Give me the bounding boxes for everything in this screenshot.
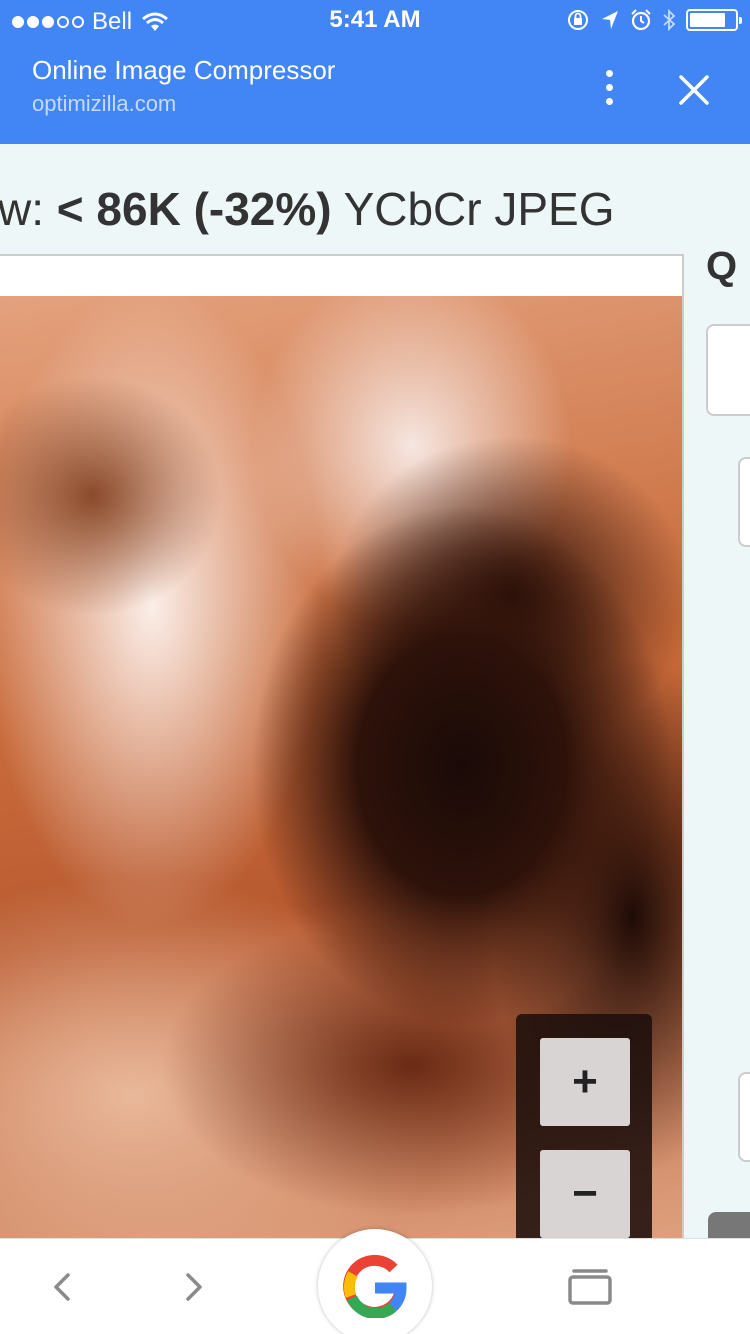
- preview-prefix: w:: [0, 183, 57, 235]
- forward-icon[interactable]: [178, 1269, 208, 1305]
- orientation-lock-icon: [568, 10, 588, 30]
- preview-size: < 86K (-32%): [56, 183, 332, 235]
- google-icon: [343, 1254, 407, 1318]
- status-bar: Bell 5:41 AM: [0, 0, 750, 40]
- side-button[interactable]: [708, 1212, 750, 1238]
- bottom-toolbar: [0, 1229, 750, 1334]
- quality-input[interactable]: [706, 324, 750, 416]
- side-panel-heading: Q: [706, 244, 738, 288]
- alarm-icon: [631, 9, 651, 31]
- back-icon[interactable]: [48, 1269, 78, 1305]
- status-icons: [566, 8, 742, 32]
- more-vert-icon[interactable]: [594, 68, 624, 108]
- page-url: optimizilla.com: [32, 91, 177, 116]
- side-control-1[interactable]: [738, 457, 750, 547]
- battery-icon: [686, 9, 742, 31]
- zoom-in-button[interactable]: +: [540, 1038, 630, 1126]
- page-content: w: < 86K (-32%) YCbCr JPEG Q + −: [0, 144, 750, 1238]
- bluetooth-icon: [663, 8, 676, 32]
- close-icon[interactable]: [672, 68, 716, 112]
- zoom-out-button[interactable]: −: [540, 1150, 630, 1238]
- zoom-controls: + −: [516, 1014, 652, 1238]
- side-control-2[interactable]: [738, 1072, 750, 1162]
- tabs-icon[interactable]: [566, 1267, 614, 1307]
- preview-format: YCbCr JPEG: [331, 183, 615, 235]
- location-icon: [602, 11, 618, 29]
- preview-info: w: < 86K (-32%) YCbCr JPEG: [0, 182, 615, 236]
- app-bar: Online Image Compressor optimizilla.com: [0, 40, 750, 144]
- google-button[interactable]: [318, 1229, 432, 1334]
- page-title: Online Image Compressor: [32, 55, 336, 85]
